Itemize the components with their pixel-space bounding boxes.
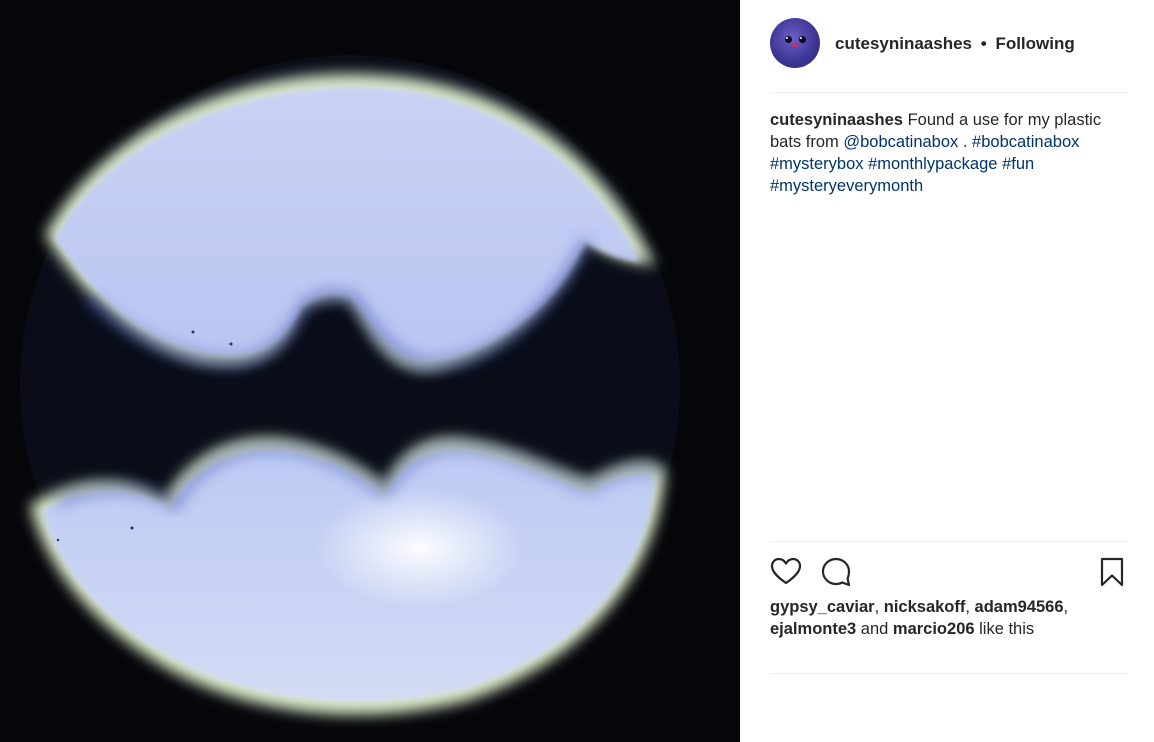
comment-icon xyxy=(821,557,851,587)
following-button[interactable]: Following xyxy=(995,34,1074,53)
likes-comma: , xyxy=(965,598,975,616)
likes-and: and xyxy=(856,620,893,638)
header-text: cutesyninaashes • Following xyxy=(835,34,1075,54)
bookmark-icon xyxy=(1100,557,1124,587)
liker-username[interactable]: gypsy_caviar xyxy=(770,598,875,616)
save-button[interactable] xyxy=(1096,556,1128,588)
likes-summary: gypsy_caviar, nicksakoff, adam94566, eja… xyxy=(770,596,1115,640)
likes-suffix: like this xyxy=(974,620,1035,638)
post-header: cutesyninaashes • Following xyxy=(770,18,1128,93)
avatar-eye-left xyxy=(785,36,792,43)
caption-text-after: . xyxy=(958,133,973,151)
heart-icon xyxy=(770,557,802,585)
hashtag-link[interactable]: #mysterybox xyxy=(770,155,864,173)
caption-username[interactable]: cutesyninaashes xyxy=(770,111,903,129)
liker-username[interactable]: nicksakoff xyxy=(884,598,966,616)
hashtag-link[interactable]: #monthlypackage xyxy=(868,155,997,173)
header-username[interactable]: cutesyninaashes xyxy=(835,34,972,53)
likes-comma: , xyxy=(874,598,884,616)
avatar[interactable] xyxy=(770,18,820,68)
divider xyxy=(770,673,1128,674)
liker-username[interactable]: ejalmonte3 xyxy=(770,620,856,638)
header-separator: • xyxy=(980,34,987,53)
comment-button[interactable] xyxy=(820,556,852,588)
bat-signal-image xyxy=(0,0,740,742)
liker-username[interactable]: marcio206 xyxy=(893,620,975,638)
post-caption: cutesyninaashes Found a use for my plast… xyxy=(770,109,1115,197)
avatar-eye-right xyxy=(799,36,806,43)
hashtag-link[interactable]: #fun xyxy=(1002,155,1034,173)
likes-comma: , xyxy=(1063,598,1069,616)
caption-mention[interactable]: @bobcatinabox xyxy=(843,133,958,151)
post-actions-bar xyxy=(770,541,1128,601)
post-photo[interactable] xyxy=(0,0,740,742)
like-button[interactable] xyxy=(770,556,802,588)
post-side-panel: cutesyninaashes • Following cutesyninaas… xyxy=(740,0,1154,742)
liker-username[interactable]: adam94566 xyxy=(975,598,1064,616)
hashtag-link[interactable]: #mysteryeverymonth xyxy=(770,177,923,195)
hashtag-link[interactable]: #bobcatinabox xyxy=(972,133,1079,151)
avatar-mouth xyxy=(792,43,798,47)
